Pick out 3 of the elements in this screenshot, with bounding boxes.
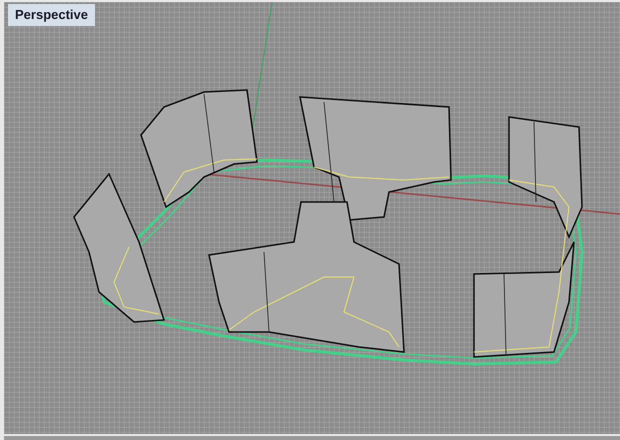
wall-model-drawing[interactable]: [73, 89, 584, 366]
viewport[interactable]: Perspective: [4, 2, 620, 434]
viewport-title[interactable]: Perspective: [8, 4, 95, 26]
